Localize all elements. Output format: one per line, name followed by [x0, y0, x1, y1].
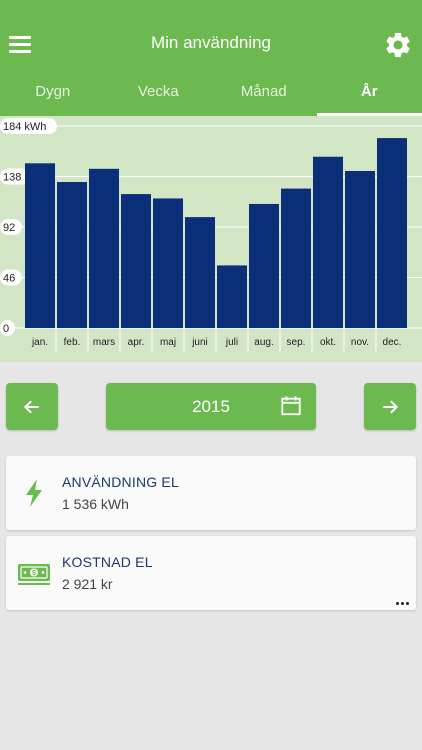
tab-vecka[interactable]: Vecka: [106, 72, 212, 116]
x-tick-label: dec.: [383, 337, 402, 348]
tab-manad[interactable]: Månad: [211, 72, 317, 116]
x-tick-label: juli: [225, 337, 238, 348]
bar: [25, 163, 55, 328]
usage-value: 1 536 kWh: [62, 496, 129, 512]
svg-text:$: $: [32, 570, 36, 577]
bar: [217, 265, 247, 328]
x-tick-label: aug.: [254, 337, 273, 348]
next-year-button[interactable]: [364, 383, 416, 430]
year-picker-button[interactable]: 2015: [106, 383, 316, 430]
bar-chart: 184 kWh 138 92 46 0 jan. feb. mars apr. maj juni ju…: [0, 118, 422, 352]
usage-title: ANVÄNDNING EL: [62, 474, 179, 490]
x-tick-label: jan.: [31, 337, 48, 348]
bar: [153, 198, 183, 328]
usage-card[interactable]: ANVÄNDNING EL 1 536 kWh: [6, 456, 416, 530]
previous-year-button[interactable]: [6, 383, 58, 430]
usage-chart: 184 kWh 138 92 46 0 jan. feb. mars apr. maj juni ju…: [0, 116, 422, 362]
y-tick-label: 184 kWh: [3, 121, 46, 133]
bar: [313, 156, 343, 328]
bar: [345, 171, 375, 328]
x-tick-label: nov.: [351, 337, 369, 348]
page-title: Min användning: [150, 33, 272, 52]
more-icon[interactable]: [396, 602, 410, 606]
calendar-icon: [281, 396, 301, 416]
cost-value: 2 921 kr: [62, 576, 113, 592]
cost-card[interactable]: $ KOSTNAD EL 2 921 kr: [6, 536, 416, 610]
tab-dygn[interactable]: Dygn: [0, 72, 106, 116]
x-tick-label: sep.: [287, 337, 306, 348]
x-tick-label: mars: [93, 337, 115, 348]
cost-title: KOSTNAD EL: [62, 554, 153, 570]
money-icon: $: [18, 564, 50, 585]
app-header: Min användning Dygn Vecka Månad År: [0, 0, 422, 116]
lightning-icon: [26, 479, 42, 507]
bar: [281, 188, 311, 328]
y-tick-label: 138: [3, 172, 21, 184]
y-tick-label: 0: [3, 323, 9, 335]
bar: [89, 168, 119, 328]
x-tick-label: okt.: [320, 337, 336, 348]
arrow-right-icon: [383, 400, 399, 414]
bar: [185, 217, 215, 328]
y-tick-label: 46: [3, 273, 15, 285]
x-tick-label: maj: [160, 337, 176, 348]
bar: [57, 181, 87, 328]
x-tick-label: apr.: [128, 337, 145, 348]
tab-ar[interactable]: År: [316, 72, 422, 116]
gear-icon[interactable]: [383, 30, 413, 60]
period-tabs: Dygn Vecka Månad År: [0, 72, 422, 116]
x-tick-label: juni: [191, 337, 208, 348]
bar: [121, 194, 151, 328]
x-tick-label: feb.: [64, 337, 81, 348]
arrow-left-icon: [23, 400, 39, 414]
y-tick-label: 92: [3, 222, 15, 234]
bar: [249, 203, 279, 328]
bar: [377, 138, 407, 328]
